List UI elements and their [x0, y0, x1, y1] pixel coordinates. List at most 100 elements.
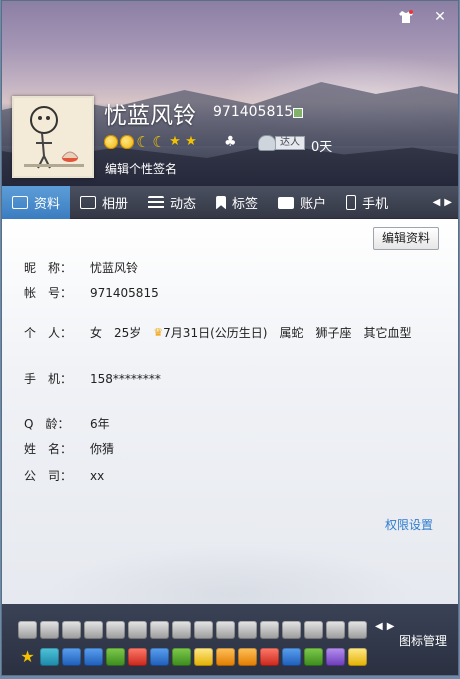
tab-profile[interactable]: 资料 — [2, 186, 71, 219]
name-row: 姓 名： 你猜 — [24, 440, 114, 457]
avatar[interactable] — [12, 96, 94, 178]
plugin-icon[interactable] — [62, 621, 81, 639]
talent-days: 0天 — [311, 140, 333, 155]
penguin-icon[interactable]: ♣ — [224, 134, 237, 150]
tab-label: 账户 — [300, 197, 327, 212]
star-level-icon: ★ — [169, 134, 181, 149]
plugin-icon[interactable] — [238, 621, 257, 639]
icon-manage-button[interactable]: 图标管理 — [399, 632, 447, 649]
gender-value: 女 — [90, 326, 103, 340]
account-row: 帐 号： 971405815 — [24, 284, 159, 301]
tab-label: 资料 — [34, 197, 61, 212]
wallet-icon[interactable] — [194, 648, 213, 666]
tab-label: 手机 — [362, 197, 389, 212]
tab-account[interactable]: 账户 — [268, 186, 336, 219]
plugin-icon[interactable] — [18, 621, 37, 639]
tab-feed[interactable]: 动态 — [138, 186, 206, 219]
qzone-icon[interactable] — [40, 648, 59, 666]
account-value: 971405815 — [90, 285, 159, 300]
bookmark-icon — [216, 195, 227, 210]
nickname-row: 昵 称： 忧蓝风铃 — [24, 259, 138, 276]
chevron-right-icon[interactable]: ▶ — [444, 197, 452, 208]
moon-level-icon: ☾ — [136, 133, 150, 151]
profile-window: ✕ 忧蓝风铃 971405815 ☾ ☾ ★ ★ ♣ 达人 0天 编辑个性签名 … — [1, 0, 459, 676]
app-icon-row-top — [18, 621, 367, 639]
character-icon[interactable] — [260, 648, 279, 666]
moon-level-icon: ☾ — [152, 133, 166, 151]
company-label: 公 司： — [24, 469, 73, 483]
plugin-icon[interactable] — [84, 621, 103, 639]
wallet-icon — [278, 196, 295, 209]
emoji-icon[interactable] — [348, 648, 367, 666]
plugin-icon[interactable] — [128, 621, 147, 639]
skin-shirt-icon[interactable] — [398, 9, 414, 25]
plugin-icon[interactable] — [172, 621, 191, 639]
nickname-label: 昵 称： — [24, 261, 73, 275]
plugin-icon[interactable] — [106, 621, 125, 639]
talent-badge[interactable]: 达人 — [275, 136, 305, 150]
phone-icon[interactable] — [282, 648, 301, 666]
edit-signature-link[interactable]: 编辑个性签名 — [105, 160, 177, 177]
security-shield-icon[interactable] — [150, 648, 169, 666]
age-value: 25岁 — [114, 326, 142, 340]
birthday-value: 7月31日(公历生日) — [163, 326, 268, 340]
qq-number: 971405815 — [213, 104, 294, 120]
nickname-value: 忧蓝风铃 — [90, 261, 139, 275]
profile-header: ✕ 忧蓝风铃 971405815 ☾ ☾ ★ ★ ♣ 达人 0天 编辑个性签名 — [2, 1, 458, 186]
gift-icon[interactable] — [238, 648, 257, 666]
feed-list-icon — [148, 196, 165, 209]
plugin-icon[interactable] — [40, 621, 59, 639]
plugin-icon[interactable] — [260, 621, 279, 639]
game-icon[interactable] — [128, 648, 147, 666]
plugin-icon[interactable] — [150, 621, 169, 639]
tab-label: 动态 — [170, 197, 197, 212]
personal-row: 个 人： 女 25岁 ♛ 7月31日(公历生日) 属蛇 狮子座 其它血型 — [24, 324, 424, 341]
browser-icon[interactable] — [304, 648, 323, 666]
phone-icon — [346, 195, 357, 210]
app-icon-bar: ◀ ▶ ★ 图标管理 — [2, 604, 458, 675]
plugin-icon[interactable] — [348, 621, 367, 639]
sun-level-icon — [120, 135, 134, 149]
plugin-icon[interactable] — [282, 621, 301, 639]
app-store-icon[interactable] — [62, 648, 81, 666]
plugin-icon[interactable] — [326, 621, 345, 639]
phone-label: 手 机： — [24, 372, 73, 386]
star-level-icon: ★ — [185, 134, 197, 149]
qq-level[interactable]: ☾ ☾ ★ ★ — [104, 133, 198, 151]
company-value: xx — [90, 468, 105, 483]
name-label: 姓 名： — [24, 442, 73, 456]
tab-phone[interactable]: 手机 — [336, 186, 398, 219]
tab-tags[interactable]: 标签 — [206, 186, 268, 219]
vip-id-icon[interactable] — [293, 108, 303, 118]
profile-tabs: 资料 相册 动态 标签 账户 手机 ◀ ▶ — [2, 186, 458, 219]
star-icon[interactable]: ★ — [18, 648, 37, 666]
tab-scroll-arrows: ◀ ▶ — [433, 186, 458, 218]
tab-label: 相册 — [102, 197, 129, 212]
photo-album-icon — [80, 196, 97, 209]
chevron-left-icon[interactable]: ◀ — [375, 621, 383, 632]
phone-value: 158******** — [90, 371, 161, 386]
qage-value: 6年 — [90, 417, 110, 431]
personal-label: 个 人： — [24, 326, 73, 340]
privacy-settings-link[interactable]: 权限设置 — [385, 516, 433, 533]
app-icon-row-bottom: ★ — [18, 648, 367, 666]
pet-icon[interactable] — [216, 648, 235, 666]
farm-icon[interactable] — [106, 648, 125, 666]
nickname-title: 忧蓝风铃 — [104, 103, 196, 129]
tab-album[interactable]: 相册 — [70, 186, 138, 219]
mail-icon[interactable] — [84, 648, 103, 666]
chevron-right-icon[interactable]: ▶ — [387, 621, 395, 632]
talent-icon[interactable] — [258, 135, 276, 151]
edit-profile-button[interactable]: 编辑资料 — [372, 227, 439, 250]
tab-label: 标签 — [232, 197, 259, 212]
clover-icon[interactable] — [172, 648, 191, 666]
plugin-icon[interactable] — [304, 621, 323, 639]
music-icon[interactable] — [326, 648, 345, 666]
blood-type-value: 其它血型 — [363, 326, 412, 340]
plugin-icon[interactable] — [194, 621, 213, 639]
plugin-icon[interactable] — [216, 621, 235, 639]
close-icon[interactable]: ✕ — [432, 9, 448, 25]
sun-level-icon — [104, 135, 118, 149]
chevron-left-icon[interactable]: ◀ — [433, 197, 441, 208]
icon-bar-arrows: ◀ ▶ — [375, 621, 394, 632]
